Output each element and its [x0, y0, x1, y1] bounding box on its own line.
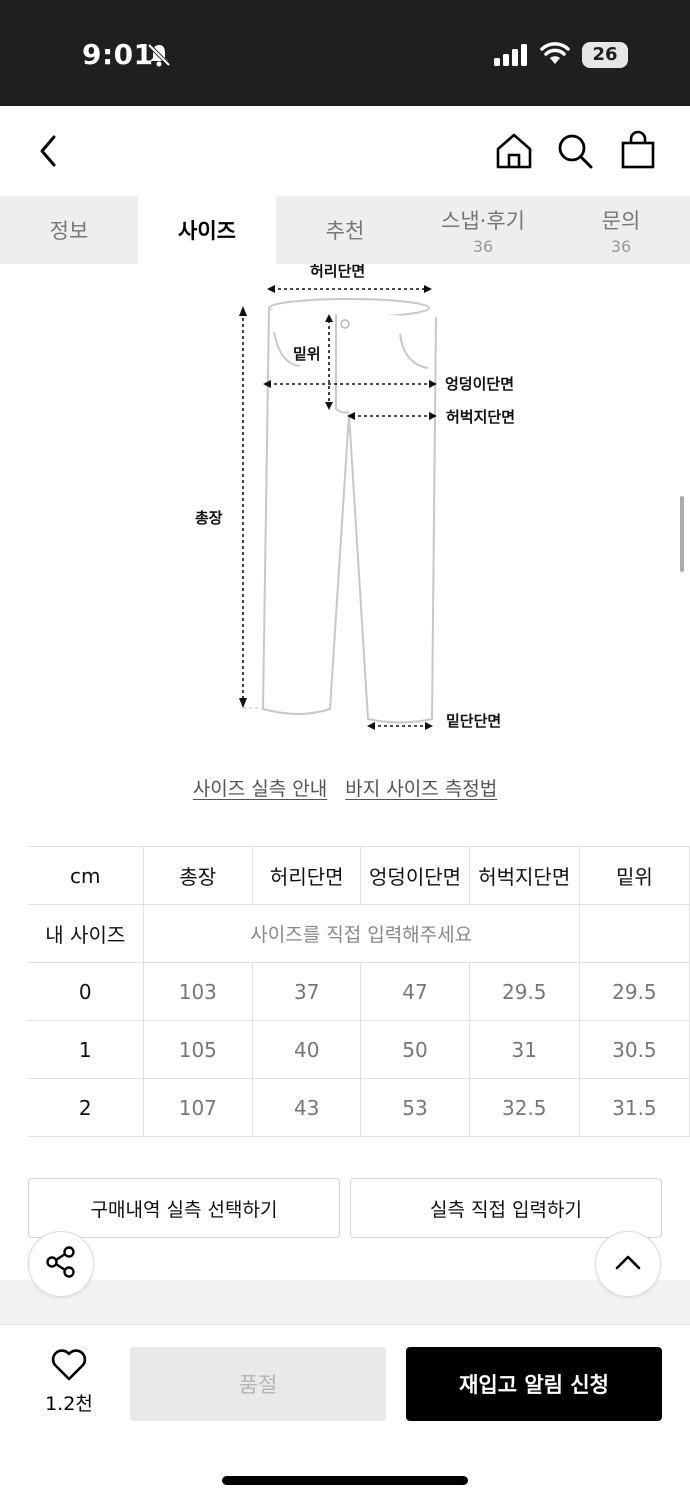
tab-inquiry[interactable]: 문의 36: [552, 196, 690, 264]
select-from-purchase-history-button[interactable]: 구매내역 실측 선택하기: [28, 1178, 340, 1238]
table-cell: 31.5: [579, 1078, 690, 1137]
tab-size[interactable]: 사이즈: [138, 196, 276, 264]
table-cell: 29.5: [579, 962, 690, 1021]
tab-snap-review[interactable]: 스냅·후기 36: [414, 196, 552, 264]
home-indicator: [222, 1476, 468, 1485]
shopping-bag-icon[interactable]: [620, 130, 656, 174]
share-button[interactable]: [28, 1231, 94, 1297]
tab-count: 36: [610, 236, 632, 256]
pants-measurement-diagram: 허리단면 밑위 엉덩이단면 허벅지단면 총장 밑단단면: [195, 264, 515, 730]
table-cell: 47: [360, 962, 470, 1021]
label-length: 총장: [195, 509, 223, 527]
table-row: 2 107 43 53 32.5 31.5: [28, 1078, 690, 1137]
pants-outline: [261, 298, 437, 724]
chevron-up-icon: [614, 1252, 642, 1276]
bell-muted-icon: [146, 42, 172, 72]
table-cell: 32.5: [469, 1078, 580, 1137]
table-cell: 105: [143, 1020, 254, 1079]
label-thigh: 허벅지단면: [446, 408, 515, 426]
like-count: 1.2천: [45, 1393, 93, 1415]
table-cell: 43: [252, 1078, 362, 1137]
tab-label: 스냅·후기: [441, 208, 525, 233]
back-arrow-icon[interactable]: [34, 134, 64, 172]
column-header: 총장: [143, 846, 254, 905]
direct-input-button[interactable]: 실측 직접 입력하기: [350, 1178, 662, 1238]
my-size-label: 내 사이즈: [28, 904, 144, 963]
top-nav: [0, 106, 690, 196]
actual-size-guide-link[interactable]: 사이즈 실측 안내: [193, 778, 327, 800]
cellular-signal-icon: [494, 44, 528, 70]
status-bar: 9:01 26: [0, 0, 690, 106]
size-label: 0: [28, 962, 144, 1021]
table-header-row: cm 총장 허리단면 엉덩이단면 허벅지단면 밑위: [28, 846, 690, 905]
tab-label: 정보: [49, 219, 89, 243]
my-size-input-hint[interactable]: 사이즈를 직접 입력해주세요: [143, 904, 580, 963]
scroll-to-top-button[interactable]: [595, 1231, 661, 1297]
section-divider: [0, 1280, 690, 1324]
table-row: 1 105 40 50 31 30.5: [28, 1020, 690, 1079]
wifi-icon: [540, 42, 570, 70]
tab-label: 사이즈: [178, 219, 236, 243]
home-icon[interactable]: [495, 132, 533, 174]
label-hip: 엉덩이단면: [445, 375, 514, 393]
size-label: 2: [28, 1078, 144, 1137]
column-header: 밑위: [579, 846, 690, 905]
button-rivet: [340, 319, 350, 329]
table-cell: 50: [360, 1020, 470, 1079]
my-size-row: 내 사이즈 사이즈를 직접 입력해주세요: [28, 904, 690, 963]
scroll-indicator: [680, 496, 684, 572]
table-cell: 29.5: [469, 962, 580, 1021]
page: 9:01 26 정보 사이즈 추천 스냅·후기 36 문의 36 허리단면 밑위…: [0, 0, 690, 1500]
battery-indicator: 26: [582, 42, 628, 68]
table-cell: [579, 904, 690, 963]
column-header: 허벅지단면: [469, 846, 580, 905]
table-cell: 40: [252, 1020, 362, 1079]
unit-header: cm: [28, 846, 144, 905]
like-button[interactable]: 1.2천: [34, 1349, 104, 1416]
size-table: cm 총장 허리단면 엉덩이단면 허벅지단면 밑위 내 사이즈 사이즈를 직접 …: [28, 846, 690, 1137]
tab-info[interactable]: 정보: [0, 196, 138, 264]
column-header: 엉덩이단면: [360, 846, 470, 905]
search-icon[interactable]: [556, 132, 594, 174]
tab-label: 문의: [601, 208, 641, 233]
tab-recommend[interactable]: 추천: [276, 196, 414, 264]
share-icon: [44, 1245, 78, 1283]
table-cell: 103: [143, 962, 254, 1021]
table-row: 0 103 37 47 29.5 29.5: [28, 962, 690, 1021]
table-cell: 107: [143, 1078, 254, 1137]
label-rise: 밑위: [293, 345, 321, 363]
pants-measure-guide-link[interactable]: 바지 사이즈 측정법: [345, 778, 497, 800]
purchase-bar: 1.2천 품절 재입고 알림 신청: [0, 1324, 690, 1500]
table-cell: 37: [252, 962, 362, 1021]
status-time: 9:01: [82, 38, 154, 71]
size-guide-links: 사이즈 실측 안내 바지 사이즈 측정법: [0, 774, 690, 801]
label-waist: 허리단면: [310, 264, 365, 280]
heart-icon: [51, 1349, 87, 1385]
restock-alert-button[interactable]: 재입고 알림 신청: [406, 1347, 662, 1421]
product-tabs: 정보 사이즈 추천 스냅·후기 36 문의 36: [0, 196, 690, 264]
label-hem: 밑단단면: [446, 712, 501, 730]
column-header: 허리단면: [252, 846, 362, 905]
table-cell: 53: [360, 1078, 470, 1137]
table-cell: 31: [469, 1020, 580, 1079]
size-label: 1: [28, 1020, 144, 1079]
soldout-button: 품절: [130, 1347, 386, 1421]
tab-count: 36: [472, 236, 494, 256]
tab-label: 추천: [325, 219, 365, 243]
table-cell: 30.5: [579, 1020, 690, 1079]
